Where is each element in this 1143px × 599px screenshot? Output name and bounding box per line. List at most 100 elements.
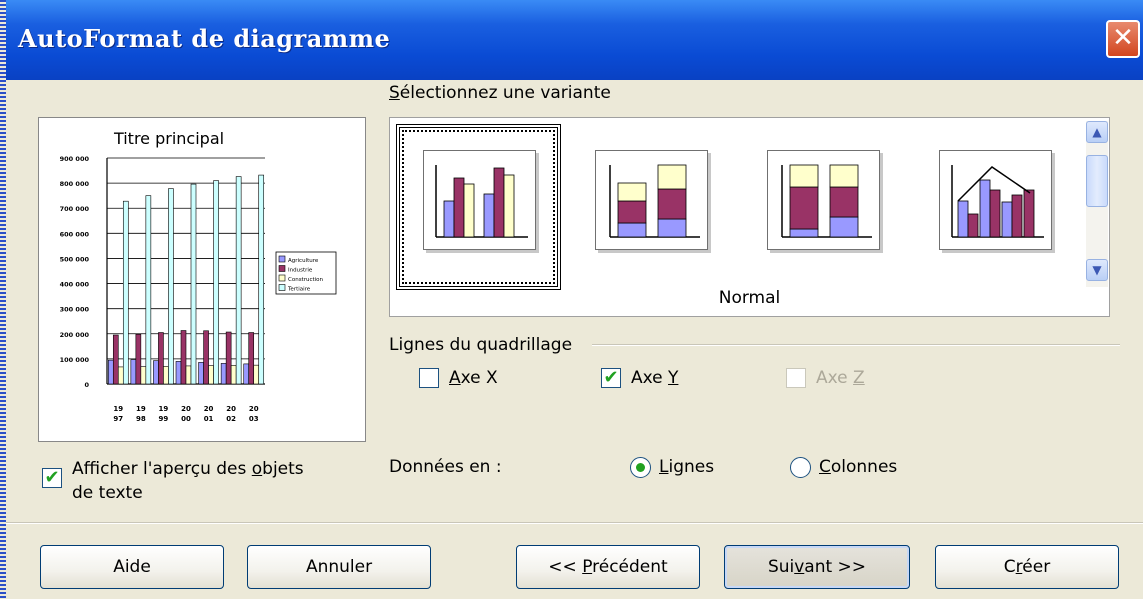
y-tick-label: 700 000	[60, 205, 90, 213]
selected-variant-name: Normal	[718, 288, 781, 308]
dialog-title: AutoFormat de diagramme	[18, 24, 391, 53]
x-tick-label-top: 20	[181, 405, 191, 413]
check-icon: ✔	[44, 467, 60, 488]
y-tick-label: 100 000	[60, 356, 90, 364]
show-text-checkbox[interactable]: ✔	[42, 468, 62, 488]
legend-label: Construction	[288, 277, 324, 283]
axe-x-label[interactable]: Axe X	[449, 368, 498, 388]
close-button[interactable]: ✕	[1106, 20, 1140, 58]
bar-tertiaire	[122, 200, 129, 385]
show-text-label[interactable]: Afficher l'aperçu des objets de texte	[72, 457, 304, 505]
bar-industrie	[158, 332, 164, 385]
window-border	[0, 0, 6, 599]
bar-construction	[117, 366, 124, 385]
axe-z-checkbox	[786, 368, 806, 388]
bar-tertiaire	[213, 180, 219, 385]
variant-stacked-column[interactable]	[595, 150, 708, 250]
column-line-chart-icon	[951, 165, 1044, 238]
scroll-up-icon[interactable]: ▲	[1086, 121, 1108, 143]
data-in-label: Données en :	[389, 457, 502, 477]
y-tick-label: 900 000	[60, 155, 90, 163]
y-tick-label: 0	[84, 381, 89, 389]
preview-chart-svg: Titre principal 900 000 800 000 700 000 600 …	[60, 129, 337, 423]
clustered-column-chart-icon	[435, 165, 528, 238]
gridlines-label: Lignes du quadrillage	[389, 335, 573, 355]
next-button[interactable]: Suivant >>	[724, 545, 910, 589]
bar-agriculture	[175, 361, 182, 385]
bar-industrie	[180, 330, 187, 385]
variants-list[interactable]	[389, 117, 1110, 317]
variants-label: Sélectionnez une variante	[389, 83, 611, 103]
scroll-down-icon[interactable]: ▼	[1086, 259, 1108, 281]
help-button[interactable]: Aide	[40, 545, 224, 589]
variant-clustered-column[interactable]	[423, 150, 536, 250]
x-tick-label-top: 20	[226, 405, 236, 413]
stacked-column-chart-icon	[609, 164, 700, 238]
x-tick-label-bottom: 01	[204, 415, 214, 423]
y-tick-label: 300 000	[60, 306, 90, 314]
x-tick-label-bottom: 98	[136, 415, 146, 423]
legend-swatch	[278, 255, 286, 263]
axe-y-checkbox[interactable]: ✔	[601, 368, 621, 388]
x-tick-label-bottom: 99	[159, 415, 169, 423]
axe-x-checkbox[interactable]	[419, 368, 439, 388]
bar-agriculture	[153, 360, 159, 385]
axe-y-label[interactable]: Axe Y	[631, 368, 678, 388]
cancel-button[interactable]: Annuler	[247, 545, 431, 589]
colonnes-radio[interactable]	[790, 457, 811, 478]
bar-construction	[230, 365, 237, 385]
variant-column-line[interactable]	[939, 150, 1052, 250]
create-button[interactable]: Créer	[935, 545, 1119, 589]
check-icon: ✔	[603, 367, 619, 388]
stacked-100-column-chart-icon	[781, 164, 872, 238]
legend-label: Industrie	[288, 268, 313, 274]
y-tick-label: 800 000	[60, 180, 90, 188]
x-tick-label-top: 19	[136, 405, 146, 413]
bar-construction	[163, 366, 169, 385]
bar-industrie	[203, 330, 209, 385]
bar-agriculture	[107, 359, 114, 385]
colonnes-label[interactable]: Colonnes	[819, 457, 897, 477]
legend-swatch	[278, 274, 286, 282]
bar-industrie	[135, 333, 142, 385]
variants-scrollbar[interactable]: ▲ ▼	[1086, 121, 1108, 287]
x-tick-label-top: 19	[113, 405, 123, 413]
bar-tertiaire	[145, 195, 152, 385]
y-tick-label: 400 000	[60, 281, 90, 289]
lignes-radio[interactable]	[630, 457, 651, 478]
variant-stacked-percent-column[interactable]	[767, 150, 880, 250]
chart-preview: Titre principal 900 000 800 000 700 000 600 …	[38, 117, 366, 442]
bar-agriculture	[220, 363, 227, 385]
radio-selected-dot	[636, 463, 645, 472]
gridlines-divider	[592, 344, 1120, 346]
bar-agriculture	[243, 363, 250, 385]
bar-tertiaire	[190, 183, 197, 385]
x-tick-label-top: 20	[249, 405, 259, 413]
x-tick-label-bottom: 00	[181, 415, 191, 423]
bar-agriculture	[130, 359, 137, 385]
bar-tertiaire	[235, 176, 242, 385]
bar-industrie	[225, 331, 232, 385]
x-tick-label-top: 20	[204, 405, 214, 413]
legend-label: Tertiaire	[287, 287, 311, 293]
button-divider	[6, 522, 1143, 524]
bar-agriculture	[198, 362, 204, 385]
scroll-thumb[interactable]	[1086, 155, 1108, 207]
bar-construction	[185, 365, 192, 385]
y-tick-label: 600 000	[60, 230, 90, 238]
bar-tertiaire	[168, 188, 174, 385]
legend-swatch	[278, 284, 286, 291]
bar-industrie	[112, 334, 119, 385]
lignes-label[interactable]: Lignes	[659, 457, 714, 477]
x-tick-label-top: 19	[159, 405, 169, 413]
x-tick-label-bottom: 03	[249, 415, 259, 423]
x-tick-label-bottom: 02	[226, 415, 236, 423]
previous-button[interactable]: << Précédent	[516, 545, 700, 589]
bar-construction	[140, 366, 147, 385]
legend-label: Agriculture	[288, 258, 319, 264]
bar-industrie	[248, 332, 255, 385]
bar-construction	[208, 365, 214, 385]
bar-construction	[253, 364, 260, 385]
y-tick-label: 200 000	[60, 331, 90, 339]
y-tick-label: 500 000	[60, 255, 90, 263]
